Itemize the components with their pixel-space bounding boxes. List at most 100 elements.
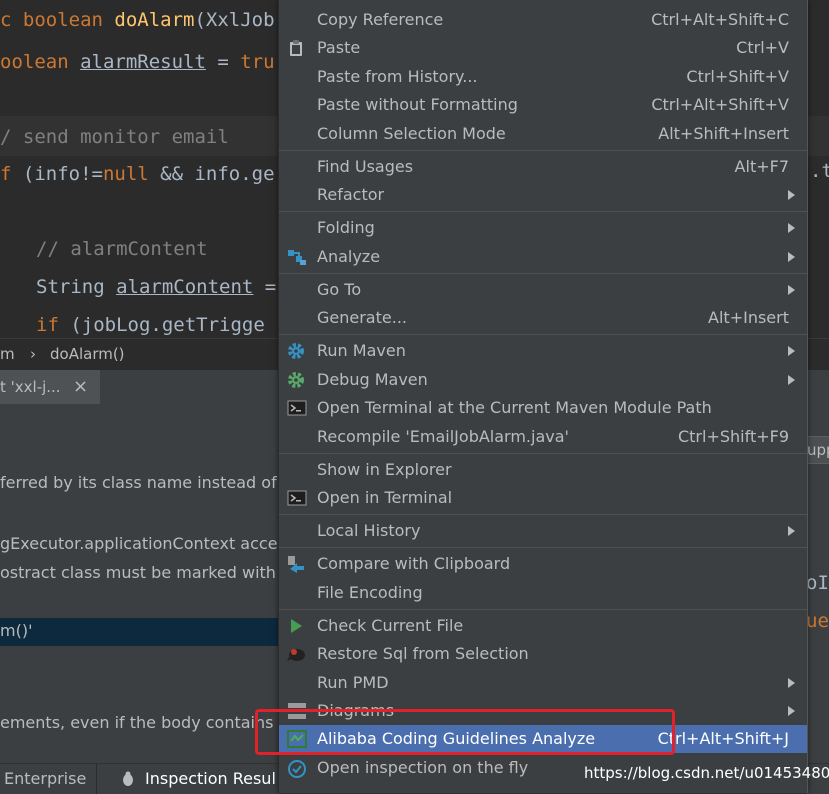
code-line-4: f (info!=null && info.ge xyxy=(0,163,275,185)
menu-separator xyxy=(279,150,807,151)
menu-item-shortcut: Alt+Shift+Insert xyxy=(658,124,789,143)
menu-item-label: Go To xyxy=(317,280,362,299)
submenu-arrow-icon xyxy=(788,190,795,200)
inspection-line-2[interactable]: gExecutor.applicationContext acce xyxy=(0,534,278,553)
menu-item-shortcut: Ctrl+V xyxy=(736,38,789,57)
maven-gear-icon xyxy=(287,342,305,360)
menu-item-open-in-terminal[interactable]: Open in Terminal xyxy=(279,484,807,512)
menu-item-generate[interactable]: Generate... Alt+Insert xyxy=(279,304,807,332)
menu-item-analyze[interactable]: Analyze xyxy=(279,243,807,271)
menu-separator xyxy=(279,609,807,610)
submenu-arrow-icon xyxy=(788,678,795,688)
menu-item-label: Recompile 'EmailJobAlarm.java' xyxy=(317,427,569,446)
menu-item-copy-reference[interactable]: Copy Reference Ctrl+Alt+Shift+C xyxy=(279,6,807,34)
submenu-arrow-icon xyxy=(788,706,795,716)
inspection-tab[interactable]: t 'xxl-j... × xyxy=(0,370,100,404)
inspection-line-5[interactable]: ements, even if the body contains xyxy=(0,713,273,732)
menu-item-show-in-explorer[interactable]: Show in Explorer xyxy=(279,456,807,484)
menu-item-restore-sql[interactable]: Restore Sql from Selection xyxy=(279,640,807,668)
code-line-2: oolean alarmResult = tru xyxy=(0,51,275,73)
menu-item-label: Folding xyxy=(317,218,375,237)
highlight-annotation-box xyxy=(255,709,675,755)
check-circle-icon xyxy=(287,759,306,778)
code-line-7: if (jobLog.getTrigge xyxy=(36,314,265,336)
right-panel-button[interactable]: upp xyxy=(806,436,829,464)
menu-item-shortcut: Alt+Insert xyxy=(708,308,789,327)
menu-item-paste-from-history[interactable]: Paste from History... Ctrl+Shift+V xyxy=(279,63,807,91)
menu-separator xyxy=(279,211,807,212)
menu-item-refactor[interactable]: Refactor xyxy=(279,181,807,209)
menu-item-label: Refactor xyxy=(317,185,385,204)
menu-item-shortcut: Alt+F7 xyxy=(734,157,789,176)
inspection-results-tab[interactable]: Inspection Resul xyxy=(145,764,276,794)
menu-item-compare-with-clipboard[interactable]: Compare with Clipboard xyxy=(279,550,807,578)
menu-separator xyxy=(279,453,807,454)
menu-item-label: Restore Sql from Selection xyxy=(317,644,529,663)
menu-item-label: Paste from History... xyxy=(317,67,478,86)
menu-item-run-pmd[interactable]: Run PMD xyxy=(279,669,807,697)
code-right-fragment: .tr xyxy=(810,160,829,182)
menu-item-label: Run Maven xyxy=(317,341,406,360)
selected-inspection-label: m()' xyxy=(0,621,33,640)
enterprise-tab[interactable]: Enterprise xyxy=(4,764,86,794)
submenu-arrow-icon xyxy=(788,346,795,356)
analyze-icon xyxy=(287,248,306,266)
menu-item-label: Open inspection on the fly xyxy=(317,758,529,777)
menu-item-paste-without-formatting[interactable]: Paste without Formatting Ctrl+Alt+Shift+… xyxy=(279,91,807,119)
menu-item-file-encoding[interactable]: File Encoding xyxy=(279,579,807,607)
menu-item-label: Analyze xyxy=(317,247,381,266)
breadcrumb-method[interactable]: doAlarm() xyxy=(50,345,125,363)
context-menu: Copy Reference Ctrl+Alt+Shift+C Paste Ct… xyxy=(278,0,808,793)
menu-item-open-terminal-maven[interactable]: Open Terminal at the Current Maven Modul… xyxy=(279,394,807,422)
play-icon xyxy=(287,617,305,635)
maven-debug-icon xyxy=(287,371,305,389)
menu-separator xyxy=(279,273,807,274)
menu-item-label: Show in Explorer xyxy=(317,460,452,479)
menu-item-find-usages[interactable]: Find Usages Alt+F7 xyxy=(279,153,807,181)
menu-item-shortcut: Ctrl+Alt+Shift+V xyxy=(651,95,789,114)
menu-item-label: Local History xyxy=(317,521,421,540)
bug-icon xyxy=(120,771,136,787)
menu-item-label: Run PMD xyxy=(317,673,389,692)
menu-separator xyxy=(279,547,807,548)
submenu-arrow-icon xyxy=(788,223,795,233)
menu-item-label: Copy Reference xyxy=(317,10,444,29)
menu-item-label: Paste without Formatting xyxy=(317,95,518,114)
menu-item-label: Generate... xyxy=(317,308,407,327)
inspection-tab-label: t 'xxl-j... xyxy=(0,378,61,396)
breadcrumb-class[interactable]: m xyxy=(0,345,15,363)
submenu-arrow-icon xyxy=(788,526,795,536)
code-line-1: c boolean doAlarm(XxlJob xyxy=(0,9,275,31)
menu-item-label: Check Current File xyxy=(317,616,464,635)
menu-item-column-selection-mode[interactable]: Column Selection Mode Alt+Shift+Insert xyxy=(279,120,807,148)
watermark-text: https://blog.csdn.net/u014534808 xyxy=(584,764,829,782)
menu-item-run-maven[interactable]: Run Maven xyxy=(279,337,807,365)
inspection-line-3[interactable]: ostract class must be marked with ( xyxy=(0,563,287,582)
menu-item-label: File Encoding xyxy=(317,583,423,602)
terminal-icon xyxy=(287,399,307,417)
menu-item-recompile[interactable]: Recompile 'EmailJobAlarm.java' Ctrl+Shif… xyxy=(279,423,807,451)
right-code-fragment-1: oI xyxy=(806,572,829,594)
menu-separator xyxy=(279,334,807,335)
inspection-line-1[interactable]: ferred by its class name instead of xyxy=(0,473,277,492)
menu-item-local-history[interactable]: Local History xyxy=(279,517,807,545)
close-icon[interactable]: × xyxy=(73,376,88,397)
code-line-5: // alarmContent xyxy=(36,238,208,260)
menu-item-label: Column Selection Mode xyxy=(317,124,506,143)
bottom-divider xyxy=(96,764,97,794)
right-code-fragment-2: ue xyxy=(806,610,829,632)
menu-item-shortcut: Ctrl+Shift+F9 xyxy=(677,427,789,446)
menu-item-shortcut: Ctrl+Alt+Shift+C xyxy=(651,10,789,29)
breadcrumb-separator: › xyxy=(30,345,36,363)
menu-item-check-current-file[interactable]: Check Current File xyxy=(279,612,807,640)
selected-inspection-row[interactable]: m()' xyxy=(0,618,290,646)
terminal-icon xyxy=(287,489,307,507)
menu-item-label: Open in Terminal xyxy=(317,488,453,507)
menu-item-folding[interactable]: Folding xyxy=(279,214,807,242)
menu-separator xyxy=(279,514,807,515)
menu-item-go-to[interactable]: Go To xyxy=(279,276,807,304)
mybatis-bird-icon xyxy=(287,645,305,663)
menu-item-debug-maven[interactable]: Debug Maven xyxy=(279,366,807,394)
menu-item-paste[interactable]: Paste Ctrl+V xyxy=(279,34,807,62)
menu-item-shortcut: Ctrl+Alt+Shift+J xyxy=(657,729,789,748)
